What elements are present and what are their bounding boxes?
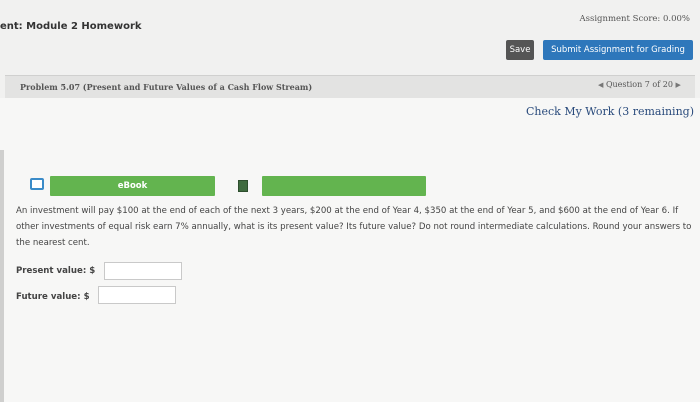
assignment-title: ent: Module 2 Homework [0, 21, 142, 32]
book-icon [30, 178, 44, 190]
save-button[interactable]: Save [506, 40, 534, 60]
assignment-score: Assignment Score: 0.00% [579, 14, 690, 24]
left-scroll-edge [0, 150, 4, 402]
problem-title: Problem 5.07 (Present and Future Values … [20, 82, 313, 92]
problem-statement: An investment will pay $100 at the end o… [16, 206, 692, 248]
submit-assignment-button[interactable]: Submit Assignment for Grading [543, 40, 693, 60]
question-nav: ◀ Question 7 of 20 ▶ [598, 80, 681, 89]
resource-button[interactable] [262, 176, 426, 196]
calculator-icon[interactable] [238, 180, 248, 192]
question-counter: Question 7 of 20 [605, 80, 673, 89]
next-question-icon[interactable]: ▶ [675, 81, 680, 89]
future-value-input[interactable] [98, 286, 176, 304]
present-value-input[interactable] [104, 262, 182, 280]
previous-question-icon[interactable]: ◀ [598, 81, 603, 89]
check-my-work-link[interactable]: Check My Work (3 remaining) [526, 105, 694, 118]
ebook-button[interactable]: eBook [50, 176, 215, 196]
present-value-label: Present value: $ [16, 266, 96, 276]
future-value-label: Future value: $ [16, 292, 90, 302]
